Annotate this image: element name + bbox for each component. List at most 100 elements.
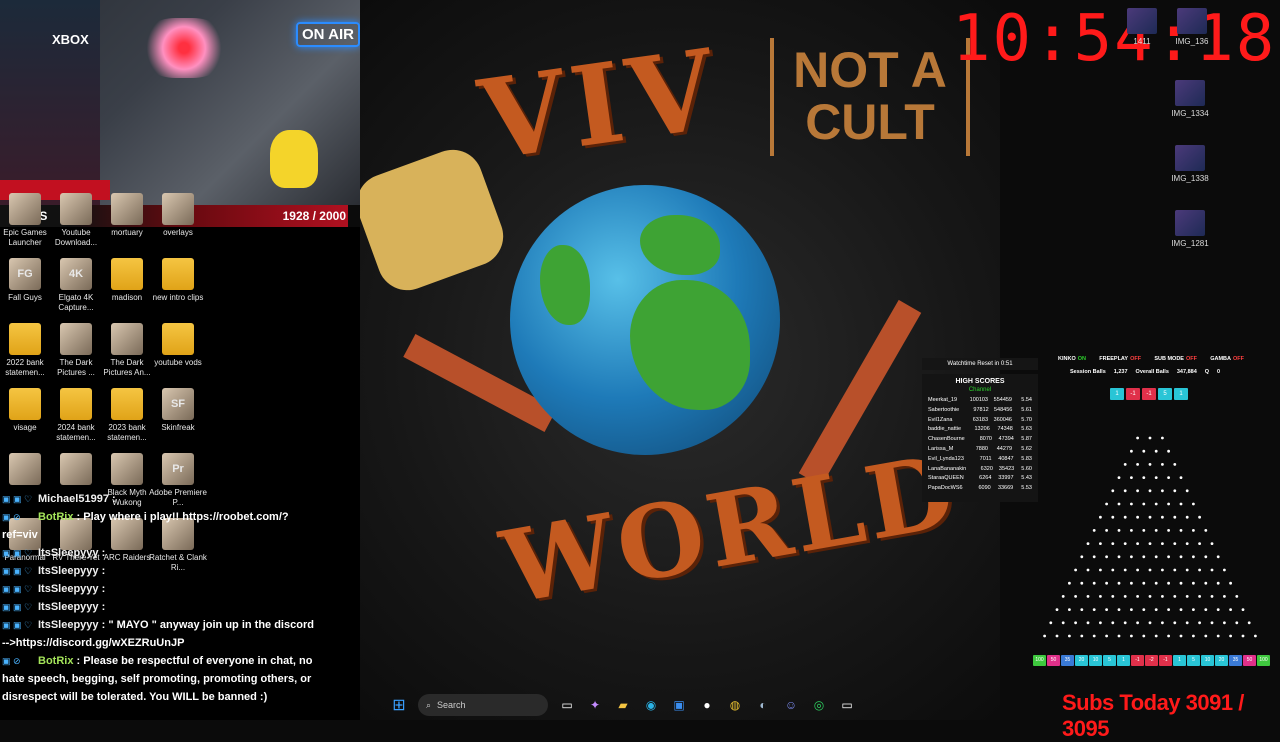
multiplier-slot: 5 xyxy=(1158,388,1172,400)
plinko-peg xyxy=(1130,476,1133,479)
plinko-peg xyxy=(1061,595,1065,598)
highscore-score: 8070 xyxy=(979,436,992,443)
plinko-session: Session Balls 1,237 Overall Balls 347,88… xyxy=(1058,369,1244,375)
plinko-peg xyxy=(1117,634,1121,638)
multiplier-slot: 10 xyxy=(1201,655,1214,666)
plinko-peg xyxy=(1136,463,1139,466)
desktop-icon[interactable]: IMG_136 xyxy=(1162,8,1222,46)
plinko-peg xyxy=(1130,529,1133,532)
tag-line-2: CULT xyxy=(805,94,935,150)
copilot-icon[interactable]: ✦ xyxy=(586,696,604,714)
plinko-peg xyxy=(1074,568,1077,572)
chat-message: ▣ ▣ ♡ ItsSleepyyy : xyxy=(0,580,316,598)
chat-username[interactable]: Michael51997 xyxy=(38,493,109,505)
chat-separator: : xyxy=(108,493,116,505)
plinko-peg xyxy=(1210,542,1214,545)
desktop-icon[interactable]: youtube vods xyxy=(148,323,208,368)
plinko-peg xyxy=(1148,515,1152,519)
highscore-name: Larissa_M xyxy=(928,445,954,452)
plinko-stats: KINKO ON FREEPLAY OFF SUB MODE OFF GAMBA OFF Se… xyxy=(1058,356,1244,375)
plinko-peg xyxy=(1086,595,1090,598)
multiplier-slot: 5 xyxy=(1187,655,1200,666)
plinko-peg xyxy=(1092,555,1096,559)
tag-line-1: NOT A xyxy=(793,42,947,98)
chat-username[interactable]: BotRix xyxy=(38,511,73,523)
desktop-icon-label: IMG_1338 xyxy=(1171,174,1209,183)
plinko-toggle: GAMBA OFF xyxy=(1210,356,1244,362)
highscore-val: 40847 xyxy=(998,455,1014,462)
highscore-name: Meerkat_19 xyxy=(928,397,958,403)
chat-badge-icons: ▣ ▣ ♡ xyxy=(2,584,33,594)
highscore-name: PapaDocWS6 xyxy=(928,485,963,492)
taskbar-search[interactable]: ⌕ Search xyxy=(418,694,548,716)
toggle-label: FREEPLAY xyxy=(1099,356,1129,362)
plinko-toggle: FREEPLAY OFF xyxy=(1099,356,1141,362)
app-icon: FG xyxy=(9,258,41,290)
plinko-peg xyxy=(1130,502,1133,506)
folder-icon xyxy=(162,258,194,290)
watchtime-reset: Watchtime Reset in 0:51 xyxy=(922,358,1038,370)
highscore-row: Evil_Lynda123 7011 40847 5.83 xyxy=(922,455,1038,465)
windows-start-icon[interactable]: ⊞ xyxy=(390,696,408,714)
discord-icon[interactable]: ☺ xyxy=(782,696,800,714)
not-a-cult-tag: NOT A CULT xyxy=(770,38,970,156)
edge-icon[interactable]: ◉ xyxy=(642,696,660,714)
plinko-peg xyxy=(1142,502,1146,506)
app-icon[interactable]: ● xyxy=(698,696,716,714)
chat-username[interactable]: ItsSleepyyy xyxy=(38,583,99,595)
steam-icon[interactable]: ◐ xyxy=(754,696,772,714)
plinko-peg xyxy=(1192,608,1195,611)
plinko-peg xyxy=(1204,555,1208,559)
plinko-peg xyxy=(1105,634,1108,638)
terminal-icon[interactable]: ▭ xyxy=(838,696,856,714)
chat-username[interactable]: ItsSleepyyy xyxy=(38,619,99,631)
chrome-icon[interactable]: ◍ xyxy=(726,696,744,714)
chat-badge-icons: ▣ ▣ ♡ xyxy=(2,494,33,504)
plinko-peg xyxy=(1247,621,1251,625)
plinko-peg xyxy=(1173,515,1177,519)
app-icon: Pr xyxy=(162,453,194,485)
chat-username[interactable]: BotRix xyxy=(38,655,73,667)
plinko-peg xyxy=(1179,529,1183,532)
plinko-peg xyxy=(1204,608,1208,611)
plinko-peg xyxy=(1099,542,1102,545)
desktop-icon[interactable]: new intro clips xyxy=(148,258,208,303)
plinko-peg xyxy=(1241,608,1245,611)
chat-username[interactable]: ItsSleepyyy xyxy=(38,547,99,559)
plinko-peg xyxy=(1198,595,1201,598)
plinko-peg xyxy=(1179,581,1183,585)
highscore-score: 6264 xyxy=(979,475,992,482)
plinko-peg xyxy=(1204,529,1208,532)
chat-username[interactable]: ItsSleepyyy xyxy=(38,565,99,577)
store-icon[interactable]: ▣ xyxy=(670,696,688,714)
highscore-ratio: 5.61 xyxy=(1021,406,1032,413)
plinko-peg xyxy=(1111,489,1115,493)
plinko-peg xyxy=(1049,621,1053,625)
plinko-peg xyxy=(1154,529,1158,532)
desktop-icon[interactable]: overlays xyxy=(148,193,208,238)
plinko-peg xyxy=(1173,542,1177,545)
plinko-peg xyxy=(1123,489,1127,493)
plinko-peg xyxy=(1148,595,1152,598)
desktop-icon[interactable]: IMG_1334 xyxy=(1160,80,1220,118)
plinko-peg xyxy=(1136,568,1139,572)
multiplier-slot: -2 xyxy=(1145,655,1158,666)
file-explorer-icon[interactable]: ▰ xyxy=(614,696,632,714)
spotify-icon[interactable]: ◎ xyxy=(810,696,828,714)
task-view-icon[interactable]: ▭ xyxy=(558,696,576,714)
chat-separator: : xyxy=(98,601,106,613)
chat-username[interactable]: ItsSleepyyy xyxy=(38,601,99,613)
desktop-icon[interactable]: IMG_1338 xyxy=(1160,145,1220,183)
plinko-peg xyxy=(1055,634,1059,638)
plinko-peg xyxy=(1117,608,1121,611)
desktop-icon[interactable]: SF Skinfreak xyxy=(148,388,208,433)
highscore-val: 360046 xyxy=(993,416,1012,423)
desktop-icon[interactable]: IMG_1281 xyxy=(1160,210,1220,248)
highscore-score: 97812 xyxy=(973,406,989,413)
plinko-toggles: KINKO ON FREEPLAY OFF SUB MODE OFF GAMBA OFF xyxy=(1058,356,1244,362)
plinko-peg xyxy=(1185,568,1189,572)
plinko-peg xyxy=(1099,515,1102,519)
chat-separator: : xyxy=(73,511,84,523)
toggle-label: GAMBA xyxy=(1210,356,1231,362)
plinko-peg xyxy=(1216,608,1220,611)
